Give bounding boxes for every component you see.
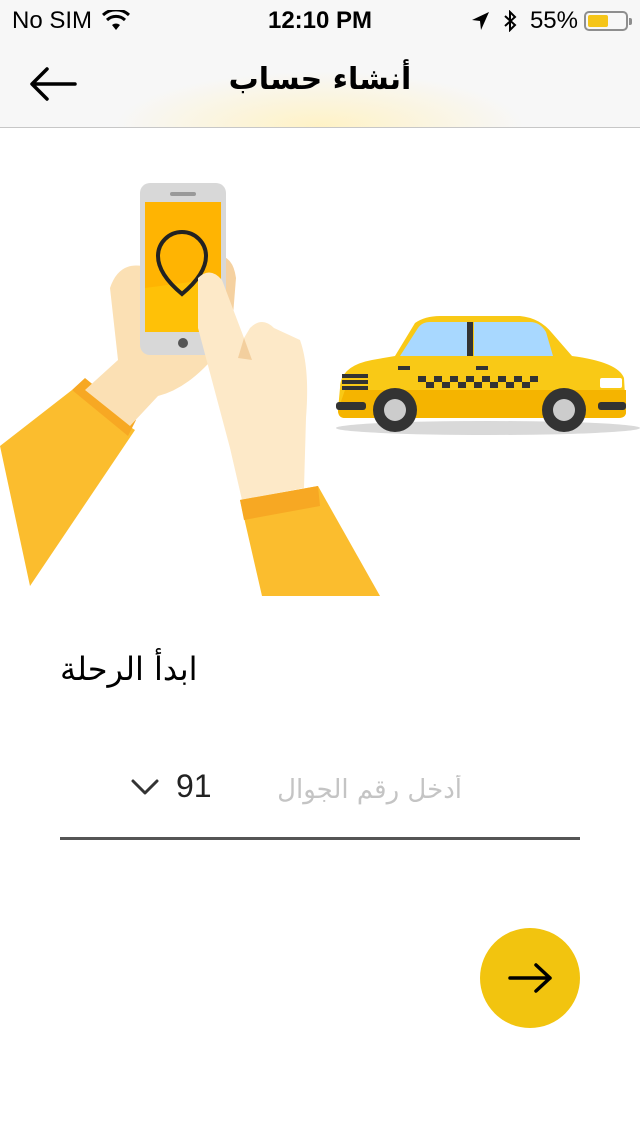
status-bar: No SIM 12:10 PM 55% — [0, 0, 640, 40]
chevron-down-icon — [131, 779, 159, 794]
battery-percent: 55% — [529, 7, 578, 34]
country-code-select[interactable]: 91 — [130, 768, 212, 805]
nav-bar: أنشاء حساب — [0, 40, 640, 128]
page-title: أنشاء حساب — [228, 62, 412, 97]
right-hand — [198, 272, 308, 500]
taxi-car — [336, 316, 640, 435]
status-right: 55% — [470, 7, 632, 35]
taxi-illustration — [0, 183, 640, 596]
trip-heading: ابدأ الرحلة — [60, 650, 198, 688]
bluetooth-icon — [504, 10, 517, 32]
right-sleeve — [240, 486, 380, 596]
arrow-right-icon — [508, 963, 552, 993]
battery-icon — [584, 11, 632, 31]
next-button[interactable] — [480, 928, 580, 1028]
country-code: 91 — [176, 768, 212, 804]
location-arrow-icon — [471, 12, 489, 30]
battery-fill — [588, 15, 608, 27]
phone-input-row: 91 — [60, 760, 580, 840]
battery-nub — [629, 18, 632, 25]
phone-number-input[interactable] — [250, 764, 464, 816]
